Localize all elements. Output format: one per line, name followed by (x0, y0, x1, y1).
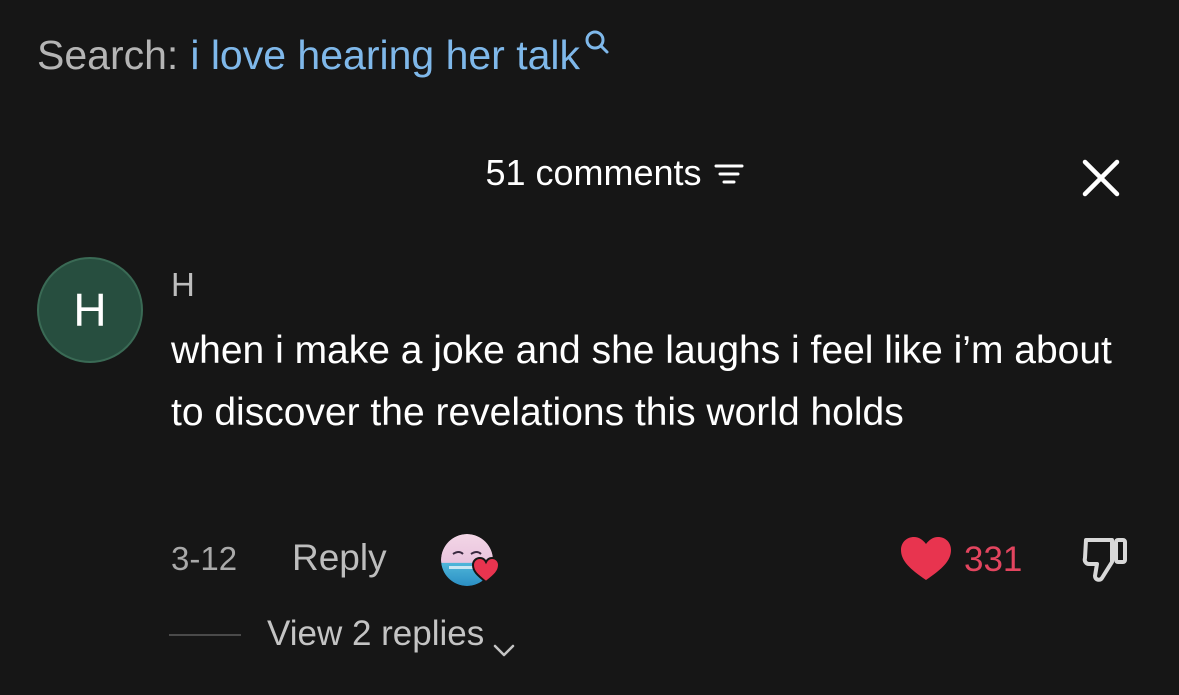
replies-divider (169, 634, 241, 636)
close-icon[interactable] (1079, 156, 1123, 200)
reply-button[interactable]: Reply (292, 537, 387, 579)
search-label: Search: (37, 32, 179, 78)
creator-liked-badge (441, 534, 501, 586)
dislike-icon[interactable] (1078, 532, 1132, 586)
chevron-down-icon (492, 628, 516, 657)
like-button[interactable] (898, 534, 954, 584)
like-count: 331 (964, 540, 1023, 579)
view-replies-button[interactable]: View 2 replies (267, 614, 516, 657)
comments-count: 51 comments (485, 152, 702, 193)
view-replies-label: View 2 replies (267, 614, 485, 653)
comment-text: when i make a joke and she laughs i feel… (171, 329, 1112, 434)
comments-header: 51 comments (0, 152, 1179, 194)
comments-screen: Search: i love hearing her talk 51 comme… (0, 0, 1179, 695)
sort-icon[interactable] (714, 161, 744, 189)
heart-icon (471, 556, 501, 584)
comment-date: 3-12 (171, 540, 238, 577)
search-icon[interactable] (584, 29, 610, 59)
avatar[interactable]: H (37, 257, 143, 363)
search-suggestion[interactable]: Search: i love hearing her talk (37, 29, 610, 79)
comment-username[interactable]: H (171, 266, 195, 304)
search-query[interactable]: i love hearing her talk (190, 32, 580, 79)
